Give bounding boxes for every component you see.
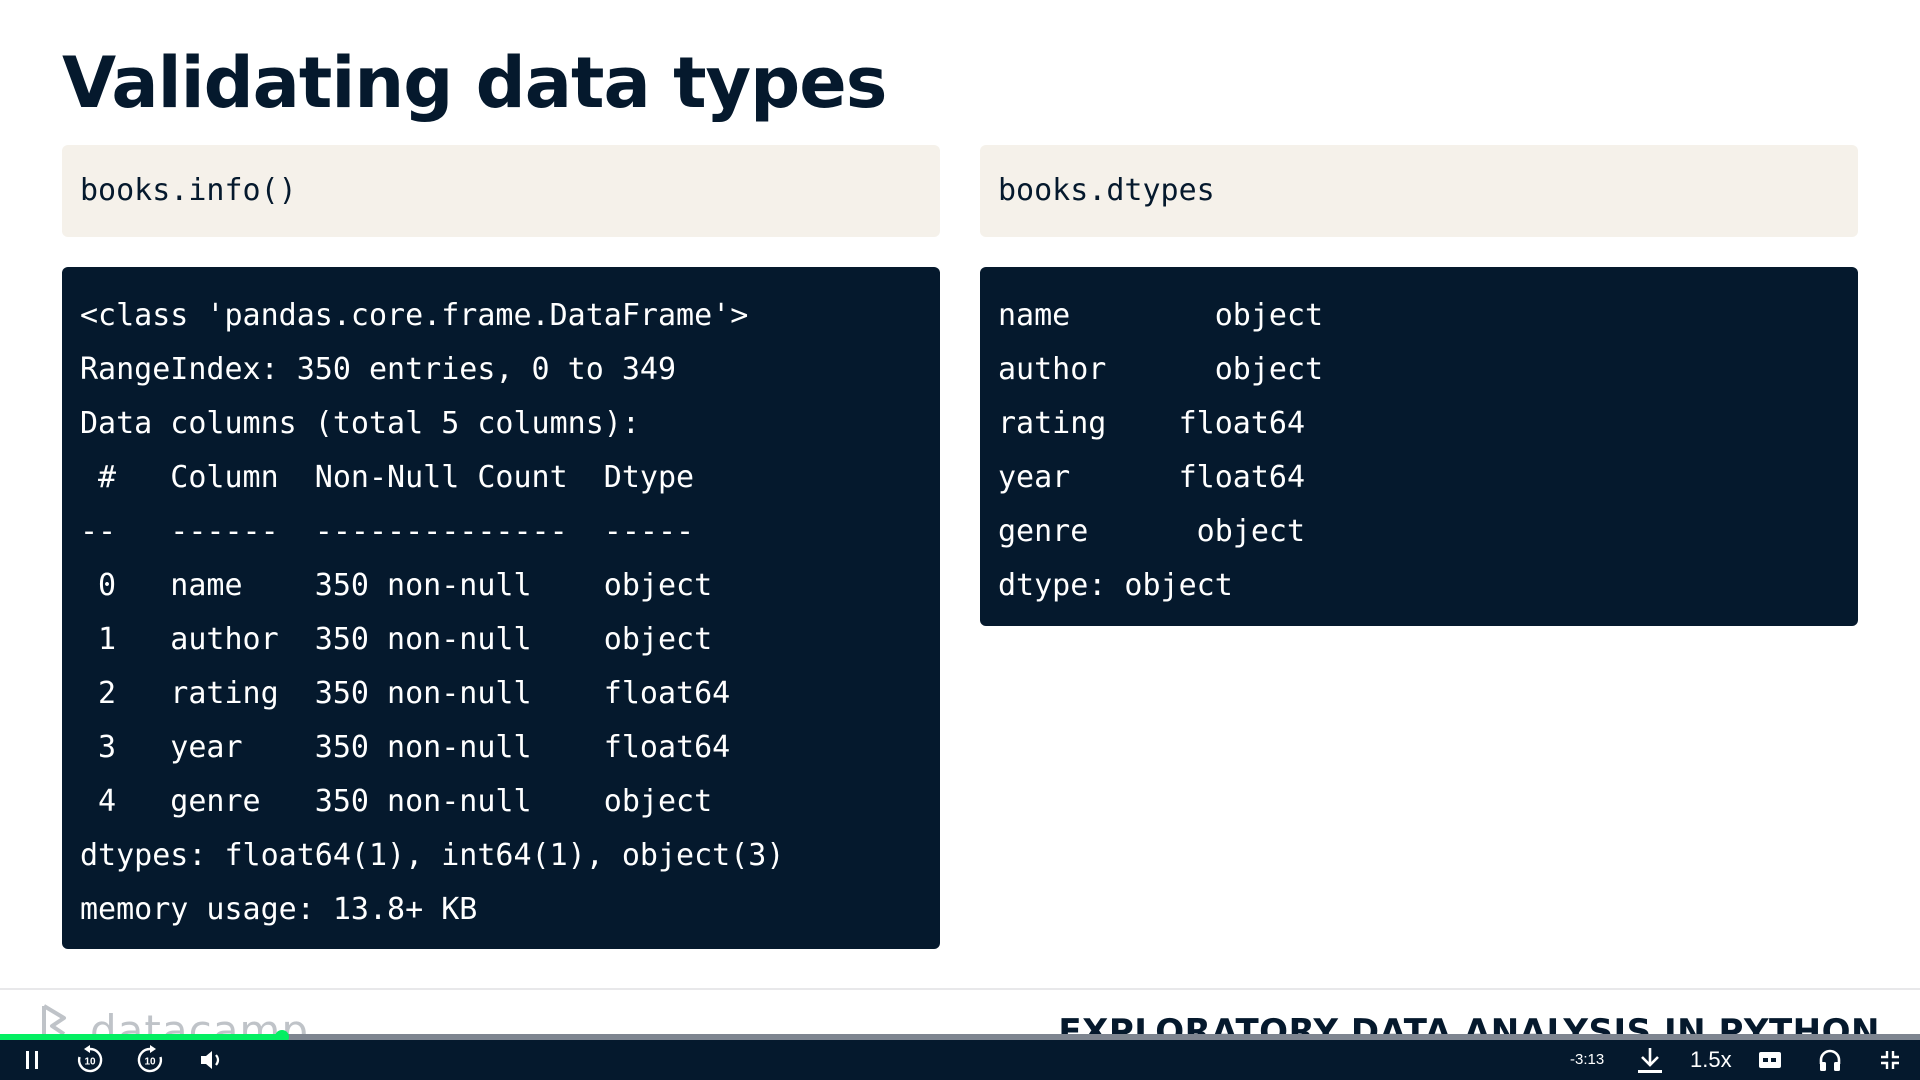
rewind-10-button[interactable]: 10	[72, 1040, 108, 1080]
footer-divider	[0, 988, 1920, 990]
pause-icon	[26, 1051, 38, 1069]
player-controls: 10 10 -3:13 1.5x	[0, 1040, 1920, 1080]
download-button[interactable]	[1632, 1040, 1668, 1080]
forward-seconds-label: 10	[144, 1057, 156, 1068]
headphones-icon	[1819, 1049, 1841, 1071]
volume-button[interactable]	[194, 1040, 230, 1080]
exit-fullscreen-icon	[1881, 1051, 1899, 1069]
slide-title: Validating data types	[62, 42, 887, 124]
output-line: year float64	[998, 460, 1306, 495]
time-remaining: -3:13	[1570, 1051, 1605, 1068]
output-line: <class 'pandas.core.frame.DataFrame'>	[80, 298, 749, 333]
exit-fullscreen-button[interactable]	[1872, 1040, 1908, 1080]
output-line: 1 author 350 non-null object	[80, 622, 713, 657]
forward-10-button[interactable]: 10	[132, 1040, 168, 1080]
dtypes-output-block: name object author object rating float64…	[980, 267, 1858, 626]
output-line: rating float64	[998, 406, 1306, 441]
download-icon	[1638, 1048, 1662, 1073]
dtypes-code-input: books.dtypes	[980, 145, 1858, 237]
output-line: 0 name 350 non-null object	[80, 568, 713, 603]
info-output-block: <class 'pandas.core.frame.DataFrame'> Ra…	[62, 267, 940, 949]
audio-button[interactable]	[1812, 1040, 1848, 1080]
rewind-10-icon: 10	[77, 1045, 103, 1073]
output-line: author object	[998, 352, 1324, 387]
volume-icon	[201, 1051, 220, 1069]
captions-button[interactable]	[1752, 1040, 1788, 1080]
output-line: name object	[998, 298, 1324, 333]
output-line: # Column Non-Null Count Dtype	[80, 460, 695, 495]
captions-icon	[1759, 1052, 1781, 1068]
output-line: dtype: object	[998, 568, 1233, 603]
info-code-input: books.info()	[62, 145, 940, 237]
output-line: dtypes: float64(1), int64(1), object(3)	[80, 838, 785, 873]
pause-button[interactable]	[14, 1040, 50, 1080]
output-line: RangeIndex: 350 entries, 0 to 349	[80, 352, 677, 387]
output-line: 4 genre 350 non-null object	[80, 784, 713, 819]
forward-10-icon: 10	[137, 1045, 163, 1073]
output-line: memory usage: 13.8+ KB	[80, 892, 478, 927]
output-line: 3 year 350 non-null float64	[80, 730, 731, 765]
output-line: Data columns (total 5 columns):	[80, 406, 640, 441]
output-line: -- ------ -------------- -----	[80, 514, 695, 549]
output-line: 2 rating 350 non-null float64	[80, 676, 731, 711]
output-line: genre object	[998, 514, 1306, 549]
rewind-seconds-label: 10	[84, 1057, 96, 1068]
playback-speed-button[interactable]: 1.5x	[1690, 1040, 1732, 1080]
